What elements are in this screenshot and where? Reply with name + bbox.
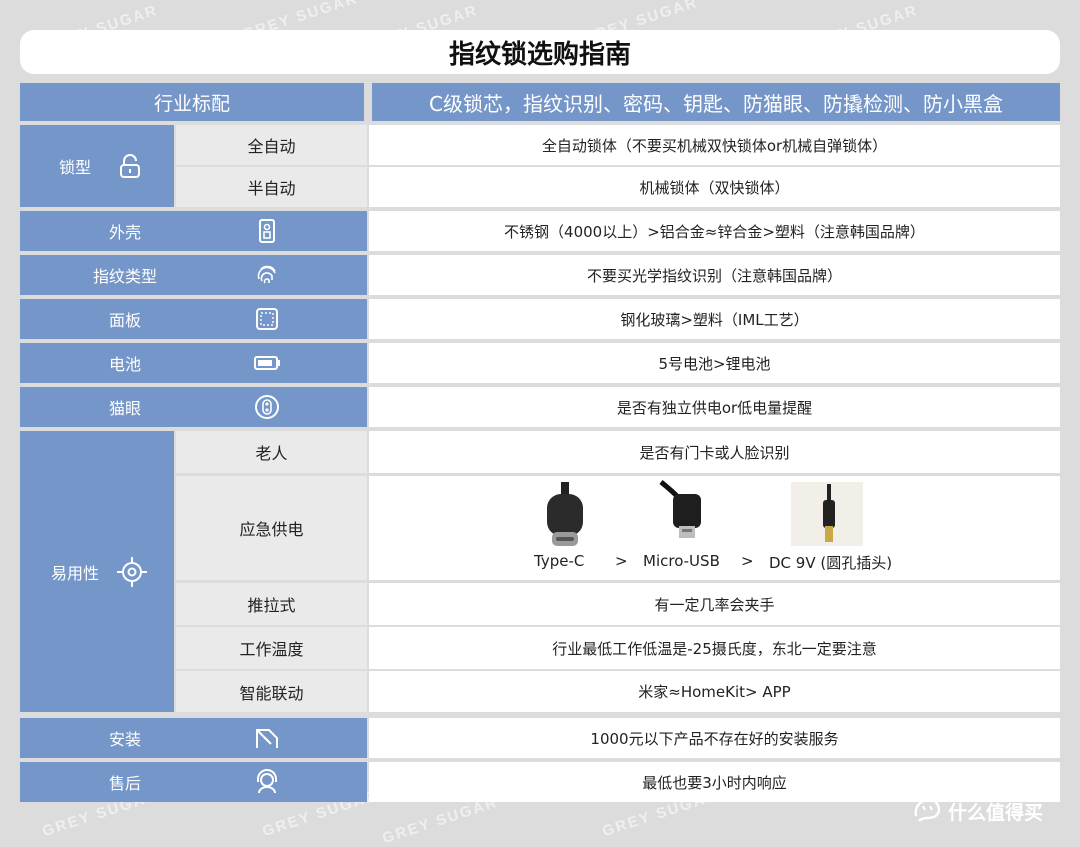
install-icon — [252, 723, 282, 753]
row-battery: 电池 — [20, 343, 367, 383]
footer-brand: 什么值得买 — [912, 796, 1043, 827]
peephole-icon — [252, 392, 282, 422]
sub-label: 应急供电 — [176, 476, 367, 580]
row-peephole: 猫眼 — [20, 387, 367, 427]
row-value: 全自动锁体（不要买机械双快锁体or机械自弹锁体） — [369, 125, 1060, 165]
separator: > — [741, 552, 754, 570]
sub-label: 推拉式 — [176, 583, 367, 625]
emergency-power-cell: Type-C > Micro-USB > DC 9V (圆孔插头) — [369, 476, 1060, 580]
header-label: 行业标配 — [20, 83, 364, 121]
lock-icon — [116, 152, 144, 180]
group-lock-type: 锁型 — [20, 125, 174, 207]
sub-label: 工作温度 — [176, 627, 367, 669]
panel-icon — [252, 304, 282, 334]
footer-brand-text: 什么值得买 — [948, 802, 1044, 824]
row-label: 指纹类型 — [92, 267, 157, 286]
row-shell: 外壳 — [20, 211, 367, 251]
row-label: 面板 — [108, 311, 141, 330]
door-panel-icon — [252, 216, 282, 246]
battery-icon — [252, 348, 282, 378]
group-label: 锁型 — [58, 158, 91, 177]
row-label: 售后 — [108, 774, 141, 793]
sub-label: 全自动 — [176, 125, 367, 165]
page-title: 指纹锁选购指南 — [20, 30, 1060, 74]
row-panel: 面板 — [20, 299, 367, 339]
group-label: 易用性 — [50, 563, 99, 583]
header-value: C级锁芯，指纹识别、密码、钥匙、防猫眼、防撬检测、防小黑盒 — [372, 83, 1060, 121]
row-value: 有一定几率会夹手 — [369, 583, 1060, 625]
row-value: 行业最低工作低温是-25摄氏度，东北一定要注意 — [369, 627, 1060, 669]
typec-label: Type-C — [534, 552, 585, 570]
typec-plug-icon — [547, 482, 583, 546]
row-value: 是否有独立供电or低电量提醒 — [369, 387, 1060, 427]
row-value: 1000元以下产品不存在好的安装服务 — [369, 718, 1060, 758]
row-value: 米家≈HomeKit> APP — [369, 671, 1060, 712]
row-value: 不要买光学指纹识别（注意韩国品牌） — [369, 255, 1060, 295]
row-install: 安装 — [20, 718, 367, 758]
row-fingerprint: 指纹类型 — [20, 255, 367, 295]
row-value: 不锈钢（4000以上）>铝合金≈锌合金>塑料（注意韩国品牌） — [369, 211, 1060, 251]
micro-usb-label: Micro-USB — [643, 552, 720, 570]
emergency-power-options: Type-C > Micro-USB > DC 9V (圆孔插头) — [369, 552, 1061, 574]
row-value: 是否有门卡或人脸识别 — [369, 431, 1060, 473]
sub-label: 半自动 — [176, 167, 367, 207]
support-icon — [252, 767, 282, 797]
target-icon — [116, 556, 148, 588]
fingerprint-icon — [252, 260, 282, 290]
sub-label: 智能联动 — [176, 671, 367, 712]
micro-usb-plug-icon — [659, 480, 701, 538]
row-value: 机械锁体（双快锁体） — [369, 167, 1060, 207]
row-label: 外壳 — [108, 223, 141, 242]
group-usability: 易用性 — [20, 431, 174, 712]
row-label: 电池 — [108, 355, 141, 374]
sub-label: 老人 — [176, 431, 367, 473]
dc-label: DC 9V (圆孔插头) — [769, 554, 893, 572]
dc-barrel-plug-icon — [791, 482, 863, 546]
separator: > — [615, 552, 628, 570]
row-label: 猫眼 — [108, 399, 141, 418]
row-value: 钢化玻璃>塑料（IML工艺） — [369, 299, 1060, 339]
row-value: 5号电池>锂电池 — [369, 343, 1060, 383]
row-aftersales: 售后 — [20, 762, 367, 802]
row-label: 安装 — [108, 730, 141, 749]
smzdm-logo-icon — [912, 796, 942, 827]
